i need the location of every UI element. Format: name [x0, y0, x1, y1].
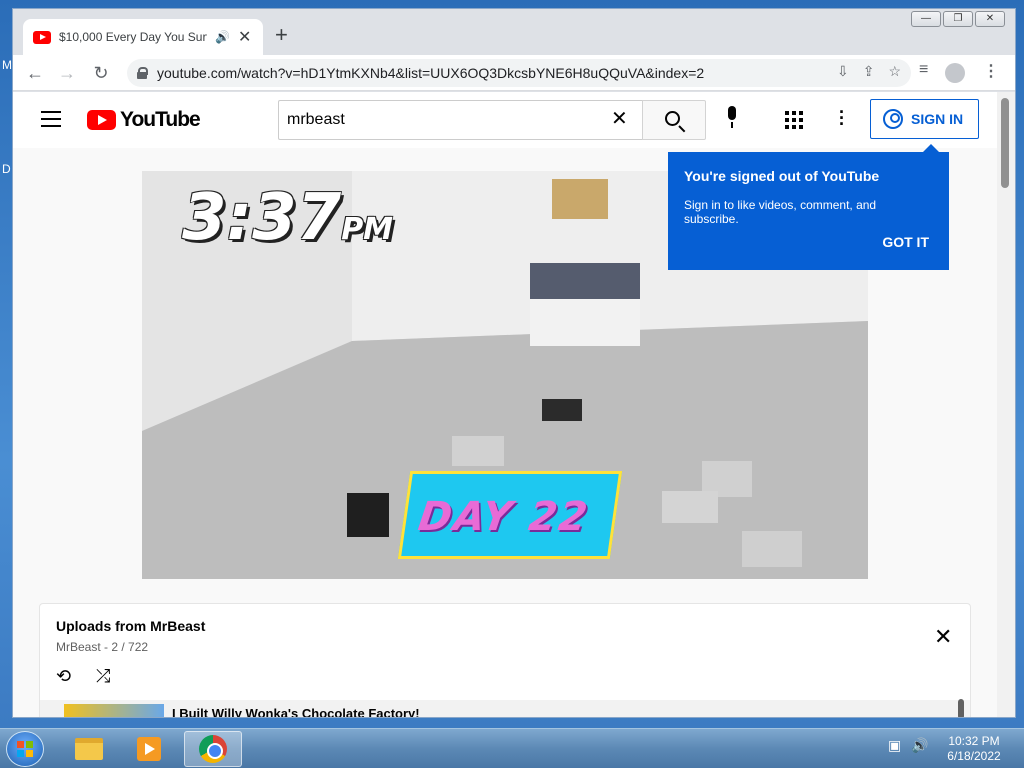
- tab-close-icon[interactable]: ✕: [238, 27, 251, 47]
- playlist-item[interactable]: I Built Willy Wonka's Chocolate Factory!: [40, 700, 970, 717]
- sign-in-label: SIGN IN: [911, 111, 964, 127]
- scrollbar-thumb[interactable]: [1001, 98, 1009, 188]
- account-icon: [883, 109, 903, 129]
- start-button[interactable]: [6, 731, 44, 767]
- sign-in-button[interactable]: SIGN IN: [870, 99, 979, 139]
- youtube-page: YouTube mrbeast ✕ · · · SIGN IN 3:37PM D…: [13, 92, 997, 717]
- clock-time: 10:32 PM: [948, 734, 1000, 748]
- search-icon: [665, 111, 680, 126]
- playlist-meta: MrBeast - 2 / 722: [56, 640, 149, 654]
- lock-icon[interactable]: [137, 67, 148, 79]
- taskbar-clock[interactable]: 10:32 PM 6/18/2022: [944, 734, 1004, 764]
- chrome-menu-icon[interactable]: ⋮: [983, 61, 999, 81]
- popup-title: You're signed out of YouTube: [684, 168, 880, 184]
- day-label: DAY 22: [415, 494, 593, 540]
- youtube-play-icon: [87, 110, 116, 130]
- playlist-scrollbar-thumb[interactable]: [958, 699, 964, 717]
- network-icon[interactable]: ▣: [888, 737, 901, 754]
- microphone-icon[interactable]: [725, 106, 739, 134]
- close-playlist-icon[interactable]: ✕: [934, 624, 952, 650]
- popup-body: Sign in to like videos, comment, and sub…: [684, 198, 877, 226]
- settings-kebab-icon[interactable]: · · ·: [839, 103, 845, 133]
- bookmark-star-icon[interactable]: ☆: [888, 63, 901, 80]
- close-window-button[interactable]: ✕: [975, 11, 1005, 27]
- desktop-icon-label[interactable]: M: [2, 58, 12, 72]
- windows-taskbar: ▣ 🔊 10:32 PM 6/18/2022: [0, 728, 1024, 768]
- signed-out-popup: You're signed out of YouTube Sign in to …: [668, 144, 949, 270]
- tab-title: $10,000 Every Day You Survi: [59, 30, 207, 44]
- clock-date: 6/18/2022: [947, 749, 1001, 763]
- shuffle-icon[interactable]: ⤮: [96, 666, 110, 687]
- clear-search-icon[interactable]: ✕: [611, 106, 628, 131]
- address-url[interactable]: youtube.com/watch?v=hD1YtmKXNb4&list=UUX…: [157, 65, 704, 81]
- taskbar-chrome[interactable]: [184, 731, 242, 767]
- loop-icon[interactable]: ⟲: [56, 666, 71, 687]
- windows-logo-icon: [17, 741, 33, 757]
- youtube-logo-text: YouTube: [120, 108, 201, 131]
- forward-button[interactable]: →: [55, 61, 79, 85]
- maximize-button[interactable]: ❐: [943, 11, 973, 27]
- volume-icon[interactable]: 🔊: [911, 737, 928, 754]
- youtube-favicon-icon: [33, 30, 51, 44]
- share-icon[interactable]: ⇪: [863, 63, 875, 80]
- folder-icon: [75, 738, 103, 760]
- taskbar-media-player[interactable]: [120, 731, 178, 767]
- reload-button[interactable]: ↻: [89, 61, 113, 85]
- day-badge: DAY 22: [397, 471, 623, 559]
- chrome-icon: [199, 735, 227, 763]
- new-tab-button[interactable]: +: [275, 23, 288, 47]
- page-scrollbar[interactable]: [997, 92, 1015, 717]
- browser-toolbar: ← → ↻ youtube.com/watch?v=hD1YtmKXNb4&li…: [13, 55, 1015, 91]
- hamburger-menu-icon[interactable]: [41, 111, 61, 127]
- playlist-title[interactable]: Uploads from MrBeast: [56, 618, 205, 634]
- speaker-icon[interactable]: 🔊: [215, 30, 230, 44]
- youtube-header: YouTube mrbeast ✕ · · · SIGN IN: [13, 92, 997, 148]
- taskbar-explorer[interactable]: [60, 731, 118, 767]
- browser-tab-active[interactable]: $10,000 Every Day You Survi 🔊 ✕: [23, 19, 263, 55]
- address-bar[interactable]: youtube.com/watch?v=hD1YtmKXNb4&list=UUX…: [127, 59, 911, 87]
- search-input[interactable]: mrbeast: [278, 100, 642, 140]
- omnibox-actions: ⇩ ⇪ ☆: [837, 63, 901, 80]
- desktop-icon-label[interactable]: D: [2, 162, 11, 176]
- system-tray: ▣ 🔊: [888, 737, 929, 754]
- playlist-item-thumbnail[interactable]: [64, 704, 164, 717]
- window-controls: — ❐ ✕: [911, 11, 1005, 27]
- install-icon[interactable]: ⇩: [837, 63, 849, 80]
- youtube-logo[interactable]: YouTube: [87, 108, 201, 132]
- tab-strip: $10,000 Every Day You Survi 🔊 ✕ + — ❐ ✕: [13, 9, 1015, 55]
- back-button[interactable]: ←: [23, 61, 47, 85]
- playlist-panel: Uploads from MrBeast MrBeast - 2 / 722 ✕…: [39, 603, 971, 717]
- search-button[interactable]: [642, 100, 706, 140]
- video-overlay-time: 3:37PM: [182, 181, 394, 255]
- media-control-icon[interactable]: ≡: [919, 61, 928, 79]
- minimize-button[interactable]: —: [911, 11, 941, 27]
- media-player-icon: [137, 737, 161, 761]
- got-it-button[interactable]: GOT IT: [882, 234, 929, 250]
- playlist-item-title[interactable]: I Built Willy Wonka's Chocolate Factory!: [172, 706, 420, 717]
- profile-avatar[interactable]: [945, 63, 965, 83]
- chrome-window: $10,000 Every Day You Survi 🔊 ✕ + — ❐ ✕ …: [12, 8, 1016, 718]
- apps-grid-icon[interactable]: [785, 111, 803, 129]
